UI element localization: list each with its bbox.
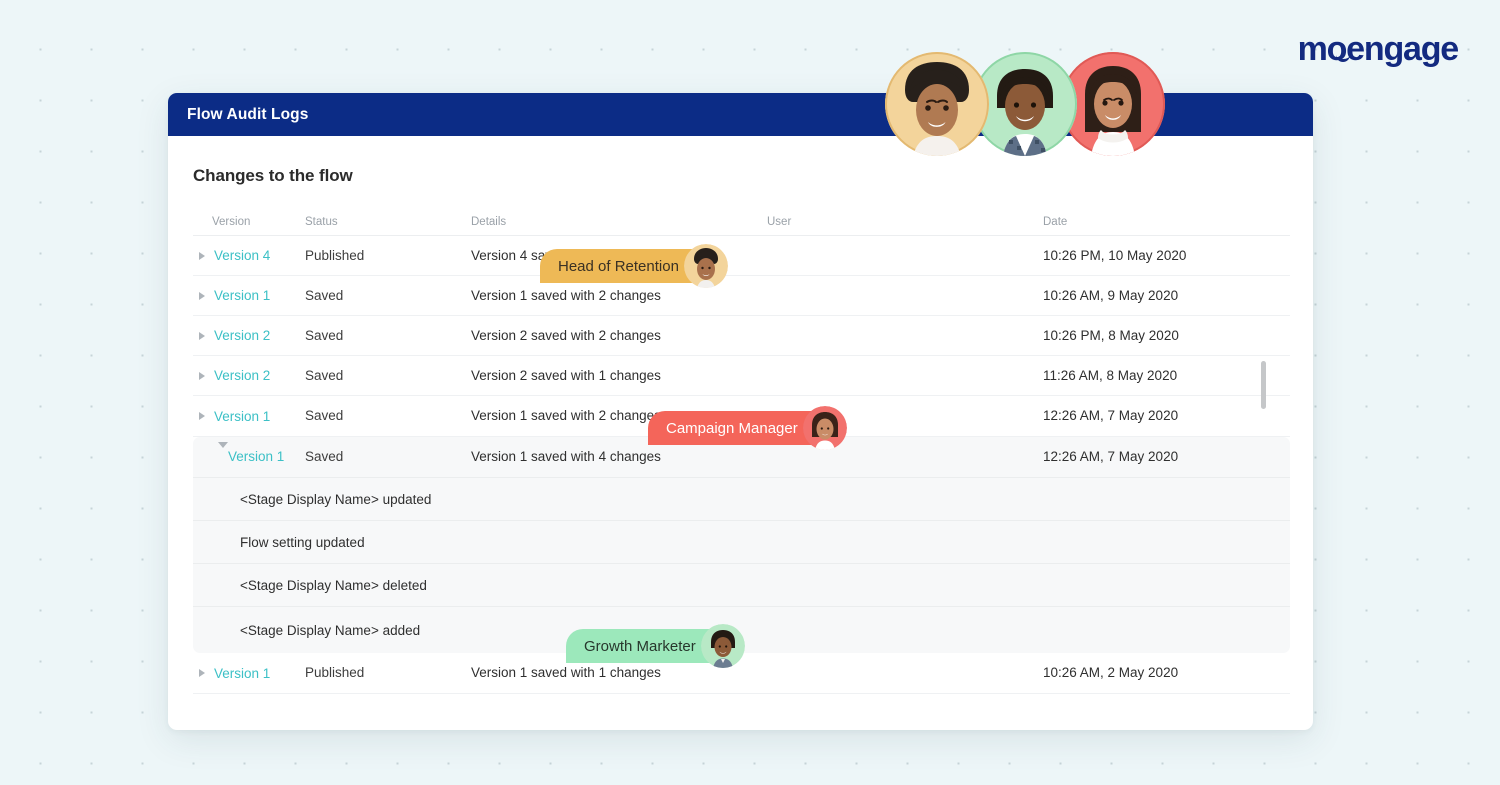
details-cell: Version 2 saved with 2 changes <box>471 328 661 343</box>
date-cell: 12:26 AM, 7 May 2020 <box>1043 449 1178 464</box>
avatar <box>803 406 847 450</box>
vertical-scrollbar-thumb[interactable] <box>1261 361 1266 409</box>
chevron-down-icon[interactable] <box>218 442 228 465</box>
details-cell: Version 1 saved with 1 changes <box>471 665 661 680</box>
role-badge-campaign-manager: Campaign Manager <box>648 411 840 445</box>
avatar-woman-curly <box>885 52 989 156</box>
status-cell: Saved <box>305 368 343 383</box>
status-cell: Saved <box>305 408 343 423</box>
table-row[interactable]: Version 4 Published Version 4 saved with… <box>193 236 1290 276</box>
version-link[interactable]: Version 1 <box>214 409 270 424</box>
status-cell: Published <box>305 665 364 680</box>
details-cell: Version 1 saved with 2 changes <box>471 288 661 303</box>
table-row[interactable]: Version 1 Saved Version 1 saved with 2 c… <box>193 276 1290 316</box>
version-cell[interactable]: Version 1 <box>193 288 305 303</box>
date-cell: 12:26 AM, 7 May 2020 <box>1043 408 1178 423</box>
version-cell[interactable]: Version 1 <box>193 666 305 681</box>
role-badge-head-of-retention: Head of Retention <box>540 249 721 283</box>
date-cell: 10:26 AM, 9 May 2020 <box>1043 288 1178 303</box>
role-badge-label: Campaign Manager <box>666 420 798 437</box>
change-detail-row: Flow setting updated <box>193 521 1290 564</box>
version-cell[interactable]: Version 1 <box>193 448 305 466</box>
chevron-right-icon[interactable] <box>199 372 205 380</box>
change-detail-row: <Stage Display Name> deleted <box>193 564 1290 607</box>
chevron-right-icon[interactable] <box>199 252 205 260</box>
date-cell: 10:26 PM, 8 May 2020 <box>1043 328 1179 343</box>
avatar-group <box>885 52 1165 156</box>
table-row[interactable]: Version 2 Saved Version 2 saved with 2 c… <box>193 316 1290 356</box>
version-cell[interactable]: Version 4 <box>193 248 305 263</box>
version-cell[interactable]: Version 2 <box>193 328 305 343</box>
table-row[interactable]: Version 2 Saved Version 2 saved with 1 c… <box>193 356 1290 396</box>
chevron-right-icon[interactable] <box>199 292 205 300</box>
version-link[interactable]: Version 2 <box>214 368 270 383</box>
avatar <box>701 624 745 668</box>
date-cell: 10:26 PM, 10 May 2020 <box>1043 248 1186 263</box>
details-cell: Version 1 saved with 2 changes <box>471 408 661 423</box>
version-link[interactable]: Version 2 <box>214 328 270 343</box>
avatar <box>684 244 728 288</box>
change-detail-row: <Stage Display Name> updated <box>193 478 1290 521</box>
table-row[interactable]: Version 1 Published Version 1 saved with… <box>193 653 1290 694</box>
date-cell: 10:26 AM, 2 May 2020 <box>1043 665 1178 680</box>
role-badge-label: Growth Marketer <box>584 638 696 655</box>
card-title: Flow Audit Logs <box>187 106 308 124</box>
status-cell: Saved <box>305 328 343 343</box>
version-link[interactable]: Version 1 <box>214 288 270 303</box>
table-header-row: Version Status Details User Date <box>193 208 1290 236</box>
version-link[interactable]: Version 1 <box>214 666 270 681</box>
chevron-right-icon[interactable] <box>199 412 205 420</box>
role-badge-growth-marketer: Growth Marketer <box>566 629 738 663</box>
status-cell: Published <box>305 248 364 263</box>
version-link[interactable]: Version 1 <box>228 449 284 464</box>
column-header-user: User <box>767 216 1043 228</box>
expanded-row-group: Version 1 Saved Version 1 saved with 4 c… <box>193 437 1290 653</box>
chevron-right-icon[interactable] <box>199 669 205 677</box>
date-cell: 11:26 AM, 8 May 2020 <box>1043 368 1177 383</box>
moengage-logo: moengage <box>1298 30 1458 69</box>
role-badge-label: Head of Retention <box>558 258 679 275</box>
column-header-details: Details <box>471 216 767 228</box>
column-header-status: Status <box>305 216 471 228</box>
logo-text: moengage <box>1298 30 1458 68</box>
status-cell: Saved <box>305 449 343 464</box>
version-cell[interactable]: Version 2 <box>193 368 305 383</box>
status-cell: Saved <box>305 288 343 303</box>
chevron-right-icon[interactable] <box>199 332 205 340</box>
details-cell: Version 1 saved with 4 changes <box>471 449 661 464</box>
column-header-version: Version <box>193 216 305 228</box>
version-cell[interactable]: Version 1 <box>193 409 305 424</box>
details-cell: Version 2 saved with 1 changes <box>471 368 661 383</box>
column-header-date: Date <box>1043 216 1290 228</box>
version-link[interactable]: Version 4 <box>214 248 270 263</box>
